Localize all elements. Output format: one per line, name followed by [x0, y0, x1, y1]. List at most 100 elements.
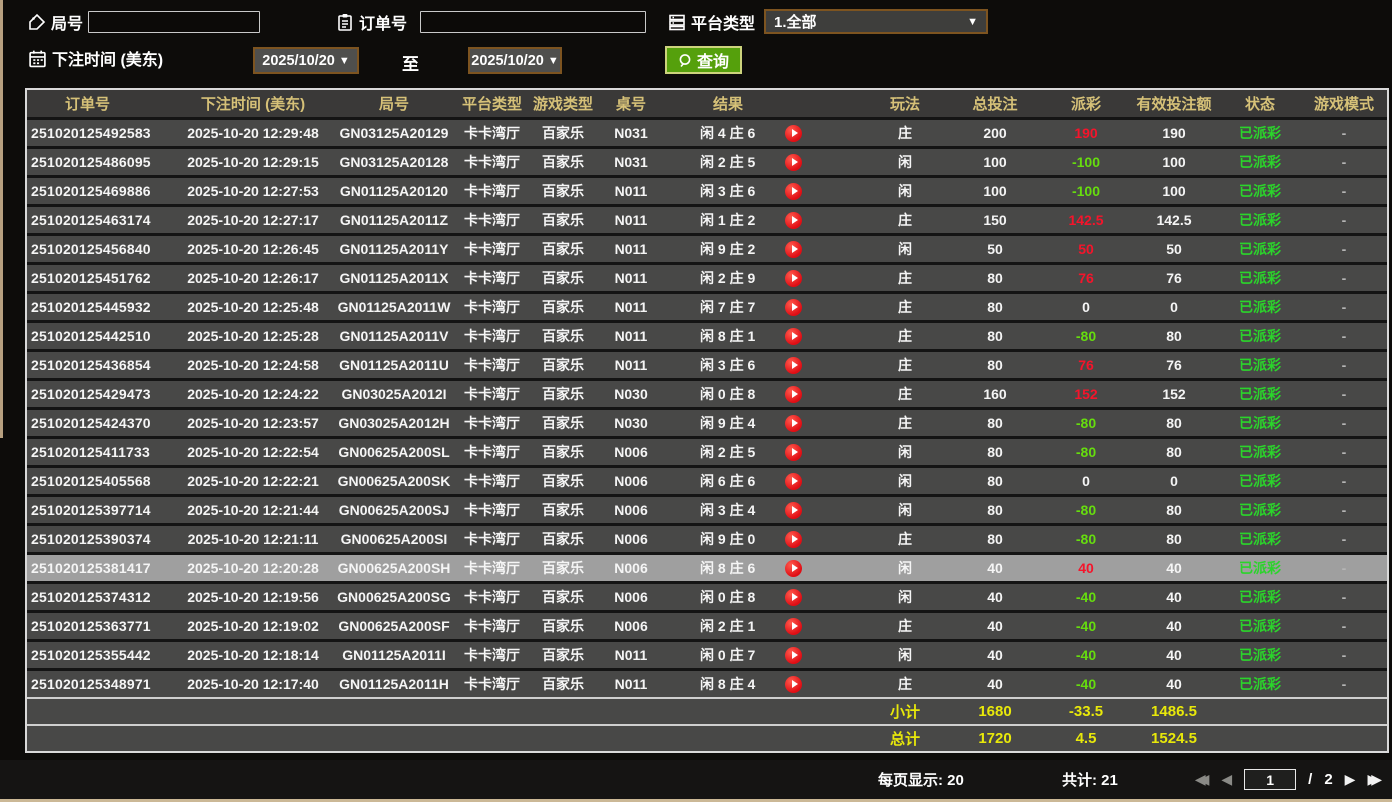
cell-round: GN00625A200SJ: [338, 502, 450, 518]
play-icon[interactable]: [785, 559, 802, 577]
play-icon[interactable]: [785, 298, 802, 316]
page-number-input[interactable]: [1244, 769, 1297, 790]
cell-game: 百家乐: [542, 270, 584, 286]
table-row[interactable]: 251020125463174 2025-10-20 12:27:17 GN01…: [27, 207, 1387, 233]
play-icon[interactable]: [785, 501, 802, 519]
status-badge: 已派彩: [1239, 299, 1281, 315]
cell-bet: 40: [987, 676, 1003, 692]
table-row[interactable]: 251020125456840 2025-10-20 12:26:45 GN01…: [27, 236, 1387, 262]
cell-order: 251020125442510: [31, 328, 151, 344]
result-text: 闲 2 庄 1: [700, 618, 756, 634]
clipboard-icon: [336, 13, 354, 31]
table-row[interactable]: 251020125492583 2025-10-20 12:29:48 GN03…: [27, 120, 1387, 146]
play-icon[interactable]: [785, 153, 802, 171]
play-icon[interactable]: [785, 646, 802, 664]
play-icon[interactable]: [785, 356, 802, 374]
table-row[interactable]: 251020125348971 2025-10-20 12:17:40 GN01…: [27, 671, 1387, 697]
cell-result: 闲 8 庄 6: [663, 558, 863, 578]
cell-order: 251020125411733: [31, 444, 151, 460]
cell-side: 庄: [898, 386, 912, 402]
cell-round: GN03025A2012H: [338, 415, 450, 431]
play-icon[interactable]: [785, 443, 802, 461]
table-row[interactable]: 251020125445932 2025-10-20 12:25:48 GN01…: [27, 294, 1387, 320]
cell-platform: 卡卡湾厅: [464, 444, 520, 460]
cell-bet: 80: [987, 270, 1003, 286]
cell-side: 庄: [898, 299, 912, 315]
cell-side: 闲: [898, 589, 912, 605]
bet-time-field-group: 下注时间 (美东): [28, 46, 163, 70]
order-input[interactable]: [420, 11, 646, 33]
prev-page-icon[interactable]: ◀: [1221, 771, 1232, 788]
play-icon[interactable]: [785, 617, 802, 635]
table-row[interactable]: 251020125442510 2025-10-20 12:25:28 GN01…: [27, 323, 1387, 349]
play-icon[interactable]: [785, 472, 802, 490]
cell-game: 百家乐: [542, 473, 584, 489]
cell-bet: 80: [987, 473, 1003, 489]
last-page-icon[interactable]: ▶▶: [1367, 771, 1382, 788]
result-text: 闲 9 庄 2: [700, 241, 756, 257]
table-row[interactable]: 251020125355442 2025-10-20 12:18:14 GN01…: [27, 642, 1387, 668]
cell-valid: 76: [1166, 270, 1182, 286]
table-row[interactable]: 251020125429473 2025-10-20 12:24:22 GN03…: [27, 381, 1387, 407]
table-row[interactable]: 251020125363771 2025-10-20 12:19:02 GN00…: [27, 613, 1387, 639]
cell-order: 251020125424370: [31, 415, 151, 431]
total-label: 总计: [889, 731, 920, 748]
play-icon[interactable]: [785, 675, 802, 693]
cell-mode: -: [1341, 618, 1347, 634]
cell-payout: 152: [1074, 386, 1098, 402]
play-icon[interactable]: [785, 588, 802, 606]
table-row[interactable]: 251020125411733 2025-10-20 12:22:54 GN00…: [27, 439, 1387, 465]
table-row[interactable]: 251020125486095 2025-10-20 12:29:15 GN03…: [27, 149, 1387, 175]
play-icon[interactable]: [785, 327, 802, 345]
query-button-label: 查询: [696, 54, 729, 71]
round-input[interactable]: [88, 11, 260, 33]
play-icon[interactable]: [785, 269, 802, 287]
round-label: 局号: [51, 16, 84, 33]
cell-valid: 190: [1162, 125, 1186, 141]
status-badge: 已派彩: [1239, 676, 1281, 692]
play-icon[interactable]: [785, 530, 802, 548]
cell-order: 251020125429473: [31, 386, 151, 402]
cell-game: 百家乐: [542, 357, 584, 373]
play-icon[interactable]: [785, 211, 802, 229]
table-row[interactable]: 251020125469886 2025-10-20 12:27:53 GN01…: [27, 178, 1387, 204]
table-row[interactable]: 251020125397714 2025-10-20 12:21:44 GN00…: [27, 497, 1387, 523]
table-row[interactable]: 251020125374312 2025-10-20 12:19:56 GN00…: [27, 584, 1387, 610]
platform-select-value: 1.全部: [774, 14, 817, 31]
col-header-status: 状态: [1244, 96, 1275, 113]
result-text: 闲 7 庄 7: [700, 299, 756, 315]
date-to-picker[interactable]: 2025/10/20 ▼: [468, 47, 562, 74]
play-icon[interactable]: [785, 385, 802, 403]
play-icon[interactable]: [785, 414, 802, 432]
first-page-icon[interactable]: ◀◀: [1195, 771, 1210, 788]
order-label: 订单号: [359, 16, 408, 33]
query-button[interactable]: 查询: [665, 46, 742, 74]
col-header-round: 局号: [378, 96, 409, 113]
result-text: 闲 2 庄 5: [700, 154, 756, 170]
cell-result: 闲 7 庄 7: [663, 297, 863, 317]
play-icon[interactable]: [785, 240, 802, 258]
platform-select[interactable]: 1.全部 ▼: [764, 9, 988, 34]
cell-time: 2025-10-20 12:22:54: [187, 444, 319, 460]
table-row[interactable]: 251020125436854 2025-10-20 12:24:58 GN01…: [27, 352, 1387, 378]
total-payout: 4.5: [1075, 730, 1097, 747]
table-row[interactable]: 251020125381417 2025-10-20 12:20:28 GN00…: [27, 555, 1387, 581]
table-row[interactable]: 251020125424370 2025-10-20 12:23:57 GN03…: [27, 410, 1387, 436]
table-row[interactable]: 251020125451762 2025-10-20 12:26:17 GN01…: [27, 265, 1387, 291]
table-row[interactable]: 251020125390374 2025-10-20 12:21:11 GN00…: [27, 526, 1387, 552]
cell-result: 闲 3 庄 4: [663, 500, 863, 520]
cell-order: 251020125390374: [31, 531, 151, 547]
col-header-order: 订单号: [65, 96, 111, 113]
cell-time: 2025-10-20 12:21:44: [187, 502, 319, 518]
cell-table: N031: [614, 125, 648, 141]
cell-time: 2025-10-20 12:20:28: [187, 560, 319, 576]
status-badge: 已派彩: [1239, 560, 1281, 576]
table-row[interactable]: 251020125405568 2025-10-20 12:22:21 GN00…: [27, 468, 1387, 494]
cell-result: 闲 9 庄 0: [663, 529, 863, 549]
cell-payout: -80: [1075, 328, 1097, 344]
next-page-icon[interactable]: ▶: [1345, 771, 1356, 788]
date-from-picker[interactable]: 2025/10/20 ▼: [253, 47, 359, 74]
play-icon[interactable]: [785, 182, 802, 200]
order-field-group: 订单号: [336, 10, 407, 34]
play-icon[interactable]: [785, 124, 802, 142]
